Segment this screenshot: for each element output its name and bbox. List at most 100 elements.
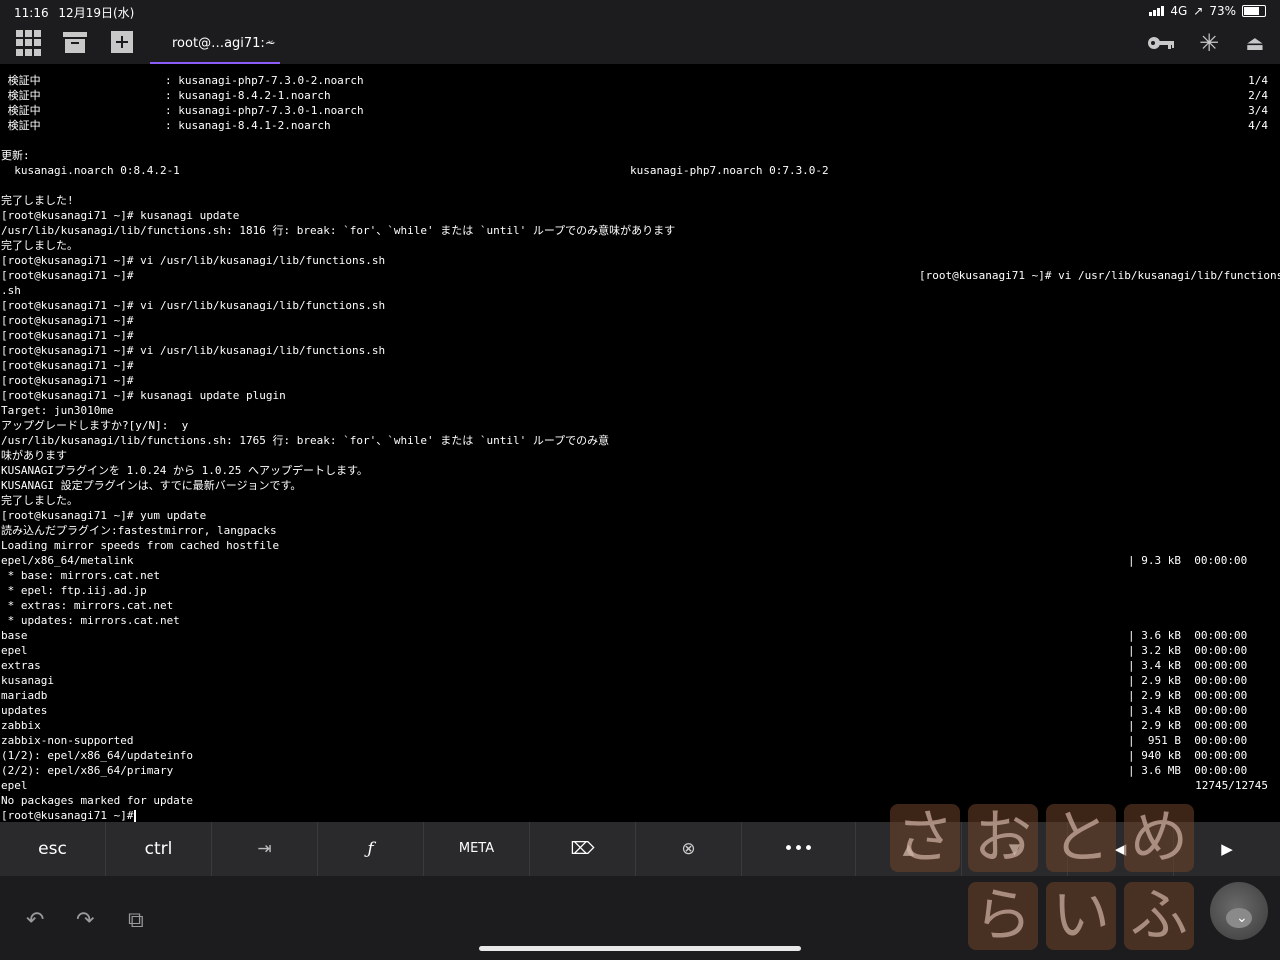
home-indicator <box>479 946 801 951</box>
clear-key-icon[interactable]: ⊗ <box>636 822 742 876</box>
meta-key[interactable]: META <box>424 822 530 876</box>
verify-package: : kusanagi-8.4.1-2.noarch <box>165 119 331 132</box>
terminal-line: [root@kusanagi71 ~]# kusanagi update plu… <box>1 389 286 402</box>
verify-count: 2/4 <box>1248 89 1268 102</box>
terminal-line: epel <box>1 779 28 792</box>
terminal-line: 完了しました。 <box>1 494 78 507</box>
watermark-char: ふ <box>1124 882 1194 950</box>
terminal-line: mariadb <box>1 689 48 702</box>
status-bar: 11:16 12月19日(水) 4G ↗ 73% <box>0 0 1280 22</box>
terminal-line: zabbix <box>1 719 41 732</box>
repo-stat: | 3.4 kB 00:00:00 <box>1128 659 1248 672</box>
terminal-line: アップグレードしますか?[y/N]: y <box>1 419 189 432</box>
sparkle-icon[interactable]: ✳ <box>1196 30 1222 56</box>
verify-label: 検証中 <box>1 89 41 102</box>
watermark-char: と <box>1046 804 1116 872</box>
verify-label: 検証中 <box>1 119 41 132</box>
repo-stat: | 2.9 kB 00:00:00 <box>1128 689 1248 702</box>
key-icon[interactable] <box>1146 30 1174 56</box>
verify-package: : kusanagi-php7-7.3.0-2.noarch <box>165 74 364 87</box>
terminal-line: (2/2): epel/x86_64/primary <box>1 764 174 777</box>
updated-package: kusanagi-php7.noarch 0:7.3.0-2 <box>630 164 829 177</box>
prompt-text: [root@kusanagi71 ~]# <box>1 809 134 822</box>
tab-title: root@…agi71:~ <box>172 36 276 51</box>
terminal-line: [root@kusanagi71 ~]# <box>1 269 134 282</box>
signal-icon <box>1149 6 1165 16</box>
terminal-line: KUSANAGI 設定プラグインは、すでに最新バージョンです。 <box>1 479 302 492</box>
prompt-line[interactable]: [root@kusanagi71 ~]# <box>1 808 137 822</box>
terminal-line: extras <box>1 659 41 672</box>
verify-count: 3/4 <box>1248 104 1268 117</box>
esc-key[interactable]: esc <box>0 822 106 876</box>
terminal-line: KUSANAGIプラグインを 1.0.24 から 1.0.25 へアップデートし… <box>1 464 368 477</box>
terminal-line: * epel: ftp.iij.ad.jp <box>1 584 147 597</box>
session-tab[interactable]: root@…agi71:~ ⌄ <box>150 22 280 64</box>
terminal-line: /usr/lib/kusanagi/lib/functions.sh: 1765… <box>1 434 610 447</box>
terminal-line-wrapped: [root@kusanagi71 ~]# vi /usr/lib/kusanag… <box>919 269 1280 282</box>
grid-icon[interactable] <box>16 30 42 56</box>
terminal-line: [root@kusanagi71 ~]# <box>1 374 134 387</box>
delete-key-icon[interactable]: ⌦ <box>530 822 636 876</box>
battery-percent: 73% <box>1209 4 1236 18</box>
chevron-down-icon[interactable]: ⌄ <box>266 33 275 46</box>
terminal-line: 読み込んだプラグイン:fastestmirror, langpacks <box>1 524 277 537</box>
watermark-char: め <box>1124 804 1194 872</box>
terminal-line: [root@kusanagi71 ~]# vi /usr/lib/kusanag… <box>1 344 386 357</box>
repo-stat: | 3.2 kB 00:00:00 <box>1128 644 1248 657</box>
repo-stat: | 3.6 kB 00:00:00 <box>1128 629 1248 642</box>
terminal-line: epel/x86_64/metalink <box>1 554 134 567</box>
function-key-icon[interactable]: ƒ <box>318 822 424 876</box>
ctrl-key[interactable]: ctrl <box>106 822 212 876</box>
terminal-output[interactable]: 検証中 : kusanagi-php7-7.3.0-2.noarch 1/4 検… <box>0 64 1280 822</box>
hide-keyboard-icon[interactable]: ⌄ <box>1236 910 1248 926</box>
watermark-char: お <box>968 804 1038 872</box>
app-toolbar: root@…agi71:~ ⌄ ✳ ⏏ <box>0 22 1280 65</box>
repo-stat: | 940 kB 00:00:00 <box>1128 749 1248 762</box>
redo-icon[interactable]: ↷ <box>76 908 94 933</box>
repo-stat: | 2.9 kB 00:00:00 <box>1128 674 1248 687</box>
more-keys-icon[interactable]: ••• <box>742 822 856 876</box>
updated-header: 更新: <box>1 149 30 162</box>
terminal-line: [root@kusanagi71 ~]# <box>1 314 134 327</box>
eject-icon[interactable]: ⏏ <box>1242 30 1268 56</box>
terminal-line: [root@kusanagi71 ~]# <box>1 359 134 372</box>
text-cursor <box>134 810 137 822</box>
terminal-line: (1/2): epel/x86_64/updateinfo <box>1 749 194 762</box>
status-date: 12月19日(水) <box>58 6 135 20</box>
repo-stat: | 951 B 00:00:00 <box>1128 734 1248 747</box>
verify-count: 4/4 <box>1248 119 1268 132</box>
terminal-line: [root@kusanagi71 ~]# <box>1 329 134 342</box>
terminal-line: * extras: mirrors.cat.net <box>1 599 174 612</box>
terminal-line: * updates: mirrors.cat.net <box>1 614 180 627</box>
epel-progress-count: 12745/12745 <box>1195 779 1268 792</box>
terminal-line: 完了しました。 <box>1 239 78 252</box>
archive-icon[interactable] <box>63 30 89 56</box>
terminal-line: [root@kusanagi71 ~]# vi /usr/lib/kusanag… <box>1 254 386 267</box>
terminal-line: kusanagi <box>1 674 54 687</box>
verify-label: 検証中 <box>1 104 41 117</box>
plus-icon[interactable] <box>110 30 136 56</box>
repo-stat: | 3.6 MB 00:00:00 <box>1128 764 1248 777</box>
network-type: 4G <box>1170 4 1188 18</box>
copy-icon[interactable]: ⧉ <box>128 908 144 933</box>
repo-stat: | 9.3 kB 00:00:00 <box>1128 554 1248 567</box>
repo-stat: | 2.9 kB 00:00:00 <box>1128 719 1248 732</box>
terminal-line: No packages marked for update <box>1 794 194 807</box>
terminal-line: Target: jun3010me <box>1 404 114 417</box>
battery-icon <box>1242 5 1266 17</box>
terminal-line: Loading mirror speeds from cached hostfi… <box>1 539 280 552</box>
terminal-line: 味があります <box>1 449 67 462</box>
terminal-line: base <box>1 629 28 642</box>
terminal-line: /usr/lib/kusanagi/lib/functions.sh: 1816… <box>1 224 676 237</box>
watermark-char: ら <box>968 882 1038 950</box>
terminal-line: [root@kusanagi71 ~]# kusanagi update <box>1 209 240 222</box>
tab-key-icon[interactable]: ⇥ <box>212 822 318 876</box>
verify-count: 1/4 <box>1248 74 1268 87</box>
verify-package: : kusanagi-8.4.2-1.noarch <box>165 89 331 102</box>
terminal-line: updates <box>1 704 48 717</box>
terminal-line: .sh <box>1 284 21 297</box>
watermark-char: さ <box>890 804 960 872</box>
repo-stat: | 3.4 kB 00:00:00 <box>1128 704 1248 717</box>
terminal-line: * base: mirrors.cat.net <box>1 569 160 582</box>
undo-icon[interactable]: ↶ <box>26 908 44 933</box>
